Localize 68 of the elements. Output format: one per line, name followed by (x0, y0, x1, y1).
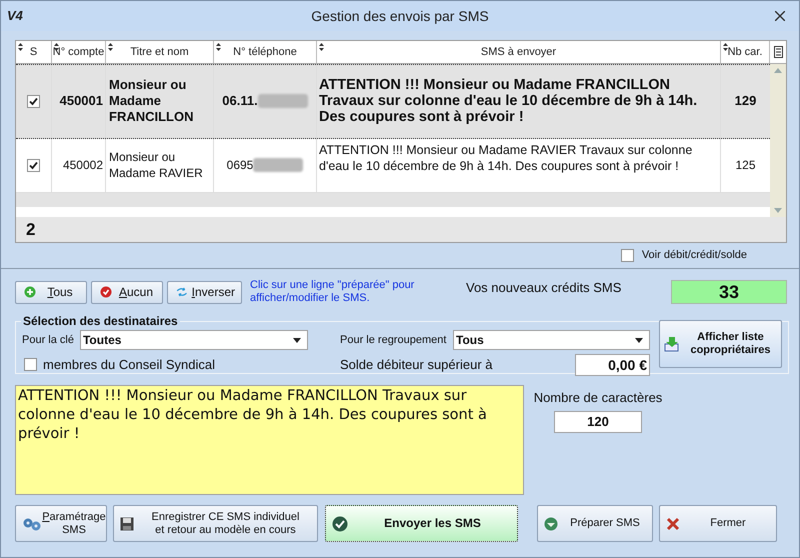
sort-icon (723, 43, 728, 51)
gears-icon (22, 516, 42, 530)
char-count-field: 120 (554, 410, 642, 432)
check-circle-icon (332, 516, 348, 532)
name-cell: Monsieur ou Madame FRANCILLON (106, 64, 214, 138)
checkbox-label: Voir débit/crédit/solde (642, 248, 747, 263)
council-checkbox[interactable] (24, 358, 37, 372)
select-button[interactable]: Tous (15, 280, 87, 304)
arrow-circle-icon (544, 516, 558, 530)
grid-row[interactable]: 450001 Monsieur ou Madame FRANCILLON 06.11. ATTENTION !!! Monsieur ou Madame FRANCILLON Travaux sur colonne d'eau le 10 décembre de 9h à 14h. Des coupures sont à prévoir ! 129 (16, 64, 770, 138)
sort-icon (18, 43, 23, 51)
count-cell-text: 125 (734, 157, 757, 174)
row-checkbox[interactable] (27, 158, 40, 172)
credits-value: 33 (671, 280, 787, 304)
select-button[interactable]: Aucun (91, 280, 163, 304)
blurred-area (258, 94, 308, 108)
close-button[interactable] (775, 11, 785, 21)
count-cell-text: 129 (734, 92, 758, 110)
column-header[interactable]: S (16, 41, 52, 62)
hint-text: Clic sur une ligne "préparée" pour afficher/modifier le SMS. (250, 279, 416, 305)
column-header[interactable]: SMS à envoyer (317, 41, 721, 62)
action-button[interactable]: Envoyer les SMS (325, 505, 518, 542)
scroll-up-arrow-icon[interactable] (774, 68, 782, 72)
count-label: Nombre de caractères (534, 389, 662, 407)
plus-icon (24, 286, 36, 298)
dropdown-arrow-icon (635, 338, 643, 342)
app-logo: V4 (7, 7, 23, 26)
column-header[interactable]: Titre et nom (106, 41, 214, 62)
row-count: 2 (26, 218, 36, 240)
sms-cell: ATTENTION !!! Monsieur ou Madame RAVIER Travaux sur colonne d'eau le 10 décembre de 9h à 14h. Des coupures sont à prévoir ! (317, 138, 721, 192)
select-button[interactable]: Inverser (167, 280, 242, 304)
sort-icon (319, 43, 324, 51)
field-label: Solde débiteur supérieur à (340, 356, 492, 374)
column-header[interactable]: N° téléphone (214, 41, 317, 62)
message-field[interactable]: ATTENTION !!! Monsieur ou Madame FRANCILLON Travaux sur colonne d'eau le 10 décembre de 9h à 14h. Des coupures sont à prévoir ! (15, 385, 524, 495)
sms-cell: ATTENTION !!! Monsieur ou Madame FRANCILLON Travaux sur colonne d'eau le 10 décembre de 9h à 14h. Des coupures sont à prévoir ! (317, 64, 721, 138)
action-button[interactable]: Fermer (659, 505, 777, 542)
name-cell: Monsieur ou Madame RAVIER (106, 138, 214, 192)
scrollbar[interactable] (770, 64, 786, 216)
credits-label: Vos nouveaux crédits SMS (466, 279, 622, 298)
dropdown-arrow-icon (292, 338, 301, 342)
close-icon (666, 516, 680, 530)
group-dropdown[interactable]: Tous (453, 330, 650, 350)
action-button[interactable]: Enregistrer CE SMS individuel et retour au modèle en cours (113, 505, 318, 542)
account-cell: 450001 (52, 64, 106, 138)
download-arrow-icon (664, 336, 680, 352)
field-label: Pour la clé (22, 332, 74, 348)
key-dropdown[interactable]: Toutes (80, 330, 308, 350)
balance-checkbox[interactable] (620, 248, 634, 262)
column-picker-icon[interactable] (774, 46, 782, 58)
checkbox-label: membres du Conseil Syndical (43, 356, 215, 374)
scroll-down-arrow-icon[interactable] (774, 208, 782, 212)
close-icon (775, 11, 785, 21)
window-title: Gestion des envois par SMS (311, 6, 489, 26)
balance-field[interactable]: 0,00 € (575, 354, 650, 376)
account-cell: 450002 (52, 138, 106, 192)
blurred-area (253, 158, 304, 172)
phone-cell-text: 06.11. (222, 92, 258, 110)
group-title: Sélection des destinataires (22, 313, 179, 330)
row-checkbox[interactable] (27, 94, 40, 108)
phone-cell-text: 0695 (226, 157, 254, 174)
action-button[interactable]: Préparer SMS (537, 505, 653, 542)
field-label: Pour le regroupement (340, 332, 446, 348)
sort-icon (216, 43, 221, 51)
column-header[interactable]: Nb car. (721, 41, 770, 62)
action-button[interactable]: Paramétrage SMS (15, 505, 107, 542)
sort-icon (108, 43, 113, 51)
show-list-button[interactable]: Afficher liste copropriétaires (659, 320, 782, 368)
